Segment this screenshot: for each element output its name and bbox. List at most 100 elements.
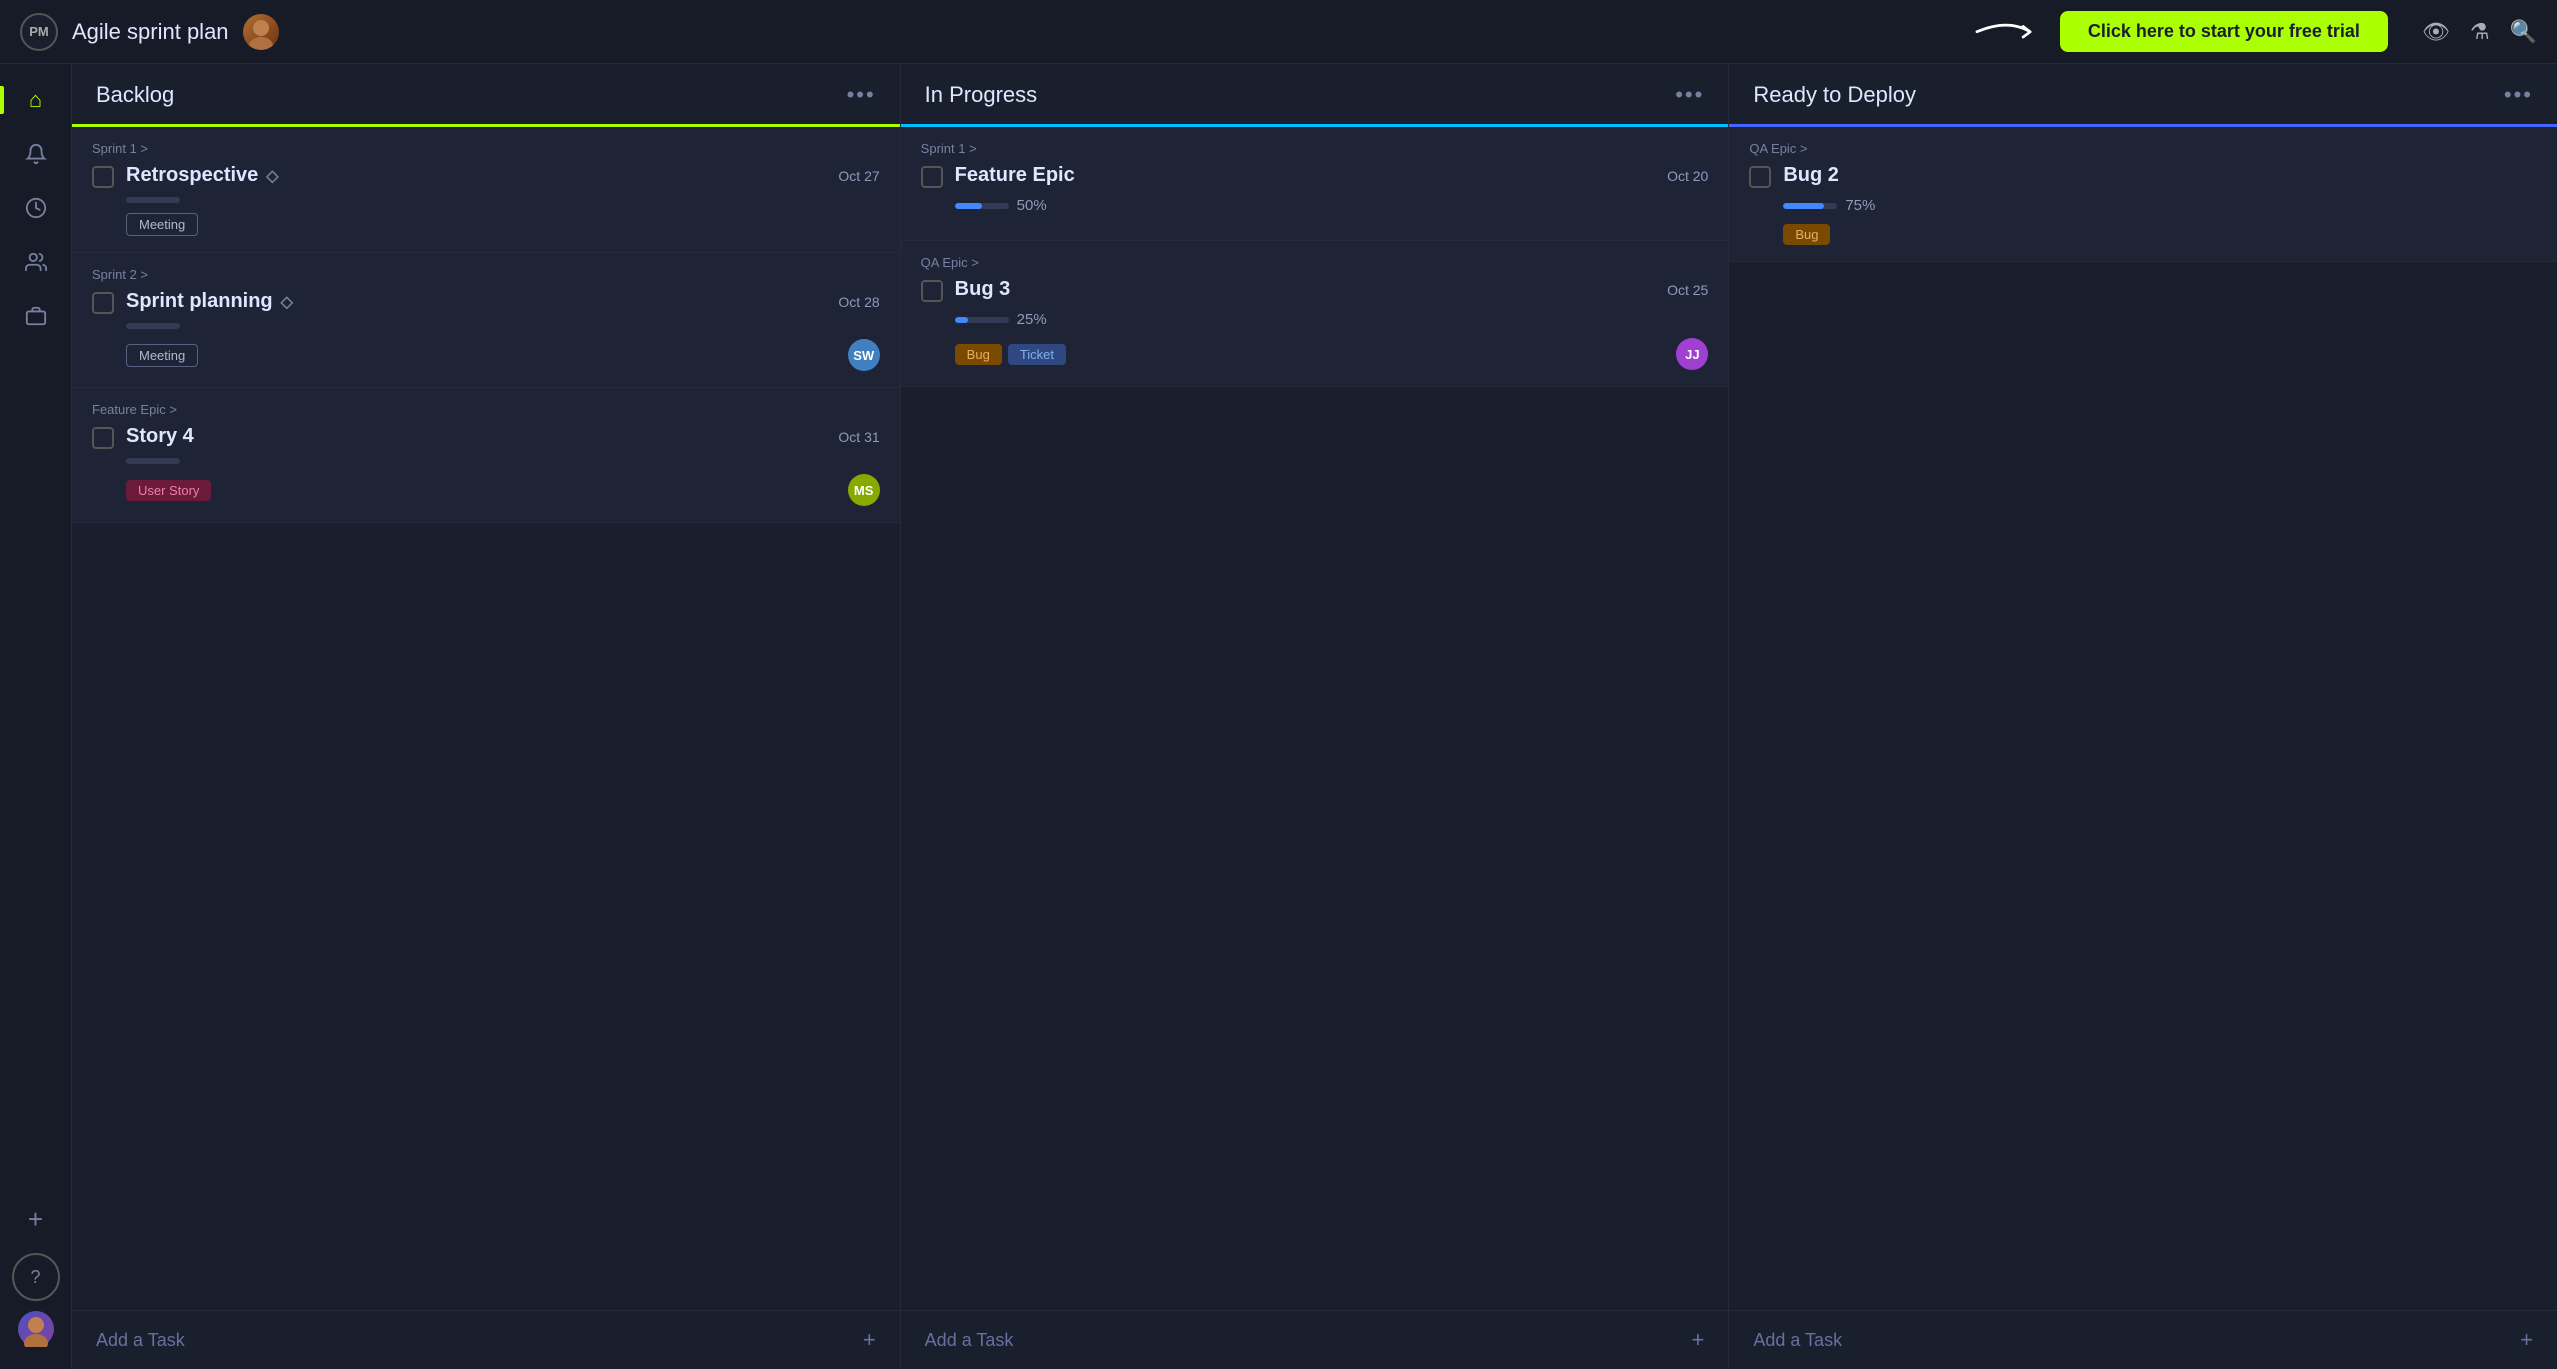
cta-area: Click here to start your free trial bbox=[1968, 11, 2388, 52]
filter-icon[interactable]: ⚗ bbox=[2470, 19, 2490, 45]
task-tag: Bug bbox=[955, 344, 1002, 365]
task-footer: BugTicket JJ bbox=[955, 338, 1709, 370]
column-menu-in-progress[interactable]: ••• bbox=[1675, 82, 1704, 108]
add-task-plus-icon: + bbox=[863, 1327, 876, 1353]
sidebar-item-add[interactable]: + bbox=[12, 1195, 60, 1243]
task-avatar: SW bbox=[848, 339, 880, 371]
progress-bar-track bbox=[126, 323, 180, 329]
task-footer: Meeting SW bbox=[126, 339, 880, 371]
task-name-row: Story 4 Oct 31 bbox=[126, 425, 880, 448]
task-checkbox[interactable] bbox=[921, 166, 943, 188]
column-header-ready-to-deploy: Ready to Deploy ••• bbox=[1729, 64, 2557, 127]
board: Backlog ••• Sprint 1 > Retrospective ◇ O… bbox=[72, 64, 2557, 1369]
task-card[interactable]: QA Epic > Bug 3 Oct 25 25% BugTicket bbox=[901, 241, 1729, 387]
topbar: PM Agile sprint plan Click here to start… bbox=[0, 0, 2557, 64]
task-footer: Meeting bbox=[126, 213, 880, 236]
task-tag: Bug bbox=[1783, 224, 1830, 245]
task-row: Story 4 Oct 31 User Story MS bbox=[92, 425, 880, 506]
column-body-backlog: Sprint 1 > Retrospective ◇ Oct 27 Meetin… bbox=[72, 127, 900, 1310]
column-title-ready-to-deploy: Ready to Deploy bbox=[1753, 82, 1916, 108]
progress-bar-track bbox=[126, 197, 180, 203]
task-date: Oct 20 bbox=[1667, 168, 1708, 184]
sidebar-item-home[interactable]: ⌂ bbox=[12, 76, 60, 124]
task-name: Story 4 bbox=[126, 425, 194, 448]
add-task-plus-icon: + bbox=[1691, 1327, 1704, 1353]
sidebar-item-help[interactable]: ? bbox=[12, 1253, 60, 1301]
task-name: Bug 3 bbox=[955, 278, 1011, 301]
search-icon[interactable]: 🔍 bbox=[2510, 19, 2537, 45]
tag-list: User Story bbox=[126, 480, 211, 501]
progress-text: 25% bbox=[1017, 311, 1047, 328]
task-tag: User Story bbox=[126, 480, 211, 501]
task-avatar: MS bbox=[848, 474, 880, 506]
task-content: Story 4 Oct 31 User Story MS bbox=[126, 425, 880, 506]
add-task-backlog[interactable]: Add a Task + bbox=[72, 1310, 900, 1369]
task-card[interactable]: QA Epic > Bug 2 75% Bug bbox=[1729, 127, 2557, 262]
task-content: Bug 2 75% Bug bbox=[1783, 164, 2537, 245]
user-avatar-top[interactable] bbox=[243, 14, 279, 50]
add-task-in-progress[interactable]: Add a Task + bbox=[901, 1310, 1729, 1369]
tag-list: Meeting bbox=[126, 344, 198, 367]
task-checkbox[interactable] bbox=[92, 427, 114, 449]
column-title-in-progress: In Progress bbox=[925, 82, 1038, 108]
column-body-in-progress: Sprint 1 > Feature Epic Oct 20 50% bbox=[901, 127, 1729, 1310]
task-parent[interactable]: Sprint 1 > bbox=[921, 141, 1709, 156]
task-checkbox[interactable] bbox=[1749, 166, 1771, 188]
sidebar-user-avatar[interactable] bbox=[18, 1311, 54, 1347]
column-backlog: Backlog ••• Sprint 1 > Retrospective ◇ O… bbox=[72, 64, 901, 1369]
column-in-progress: In Progress ••• Sprint 1 > Feature Epic … bbox=[901, 64, 1730, 1369]
progress-bar-fill bbox=[955, 203, 982, 209]
add-task-label: Add a Task bbox=[96, 1330, 185, 1351]
milestone-icon: ◇ bbox=[281, 292, 293, 312]
task-card[interactable]: Feature Epic > Story 4 Oct 31 User Story bbox=[72, 388, 900, 523]
task-card[interactable]: Sprint 1 > Retrospective ◇ Oct 27 Meetin… bbox=[72, 127, 900, 253]
free-trial-button[interactable]: Click here to start your free trial bbox=[2060, 11, 2388, 52]
task-card[interactable]: Sprint 2 > Sprint planning ◇ Oct 28 Meet… bbox=[72, 253, 900, 388]
add-task-ready-to-deploy[interactable]: Add a Task + bbox=[1729, 1310, 2557, 1369]
progress-bar-fill bbox=[955, 317, 969, 323]
tag-list: Bug bbox=[1783, 224, 1830, 245]
column-menu-backlog[interactable]: ••• bbox=[847, 82, 876, 108]
progress-bar-track bbox=[126, 458, 180, 464]
task-footer: User Story MS bbox=[126, 474, 880, 506]
column-body-ready-to-deploy: QA Epic > Bug 2 75% Bug bbox=[1729, 127, 2557, 1310]
arrow-icon bbox=[1968, 14, 2048, 50]
task-content: Retrospective ◇ Oct 27 Meeting bbox=[126, 164, 880, 236]
pm-logo: PM bbox=[20, 13, 58, 51]
task-row: Retrospective ◇ Oct 27 Meeting bbox=[92, 164, 880, 236]
column-ready-to-deploy: Ready to Deploy ••• QA Epic > Bug 2 75% bbox=[1729, 64, 2557, 1369]
task-name-row: Sprint planning ◇ Oct 28 bbox=[126, 290, 880, 313]
task-card[interactable]: Sprint 1 > Feature Epic Oct 20 50% bbox=[901, 127, 1729, 241]
progress-bar-track bbox=[955, 203, 1009, 209]
task-checkbox[interactable] bbox=[92, 292, 114, 314]
progress-bar-wrap bbox=[126, 197, 880, 203]
progress-text: 50% bbox=[1017, 197, 1047, 214]
task-parent[interactable]: QA Epic > bbox=[921, 255, 1709, 270]
sidebar-item-recent[interactable] bbox=[12, 184, 60, 232]
sidebar-item-notifications[interactable] bbox=[12, 130, 60, 178]
sidebar: ⌂ + ? bbox=[0, 64, 72, 1369]
task-parent[interactable]: Sprint 1 > bbox=[92, 141, 880, 156]
tag-list: Meeting bbox=[126, 213, 198, 236]
task-tag: Meeting bbox=[126, 213, 198, 236]
task-tag: Meeting bbox=[126, 344, 198, 367]
task-parent[interactable]: QA Epic > bbox=[1749, 141, 2537, 156]
add-task-label: Add a Task bbox=[925, 1330, 1014, 1351]
sidebar-item-briefcase[interactable] bbox=[12, 292, 60, 340]
progress-bar-wrap: 25% bbox=[955, 311, 1709, 328]
sidebar-item-people[interactable] bbox=[12, 238, 60, 286]
column-menu-ready-to-deploy[interactable]: ••• bbox=[2504, 82, 2533, 108]
progress-bar-track bbox=[955, 317, 1009, 323]
task-checkbox[interactable] bbox=[921, 280, 943, 302]
task-date: Oct 27 bbox=[838, 168, 879, 184]
task-name: Feature Epic bbox=[955, 164, 1075, 187]
eye-icon[interactable]: 👁 bbox=[2422, 19, 2450, 45]
task-parent[interactable]: Sprint 2 > bbox=[92, 267, 880, 282]
task-name: Sprint planning ◇ bbox=[126, 290, 293, 313]
task-checkbox[interactable] bbox=[92, 166, 114, 188]
task-content: Bug 3 Oct 25 25% BugTicket JJ bbox=[955, 278, 1709, 370]
progress-bar-wrap bbox=[126, 323, 880, 329]
add-task-plus-icon: + bbox=[2520, 1327, 2533, 1353]
task-parent[interactable]: Feature Epic > bbox=[92, 402, 880, 417]
main-layout: ⌂ + ? bbox=[0, 64, 2557, 1369]
